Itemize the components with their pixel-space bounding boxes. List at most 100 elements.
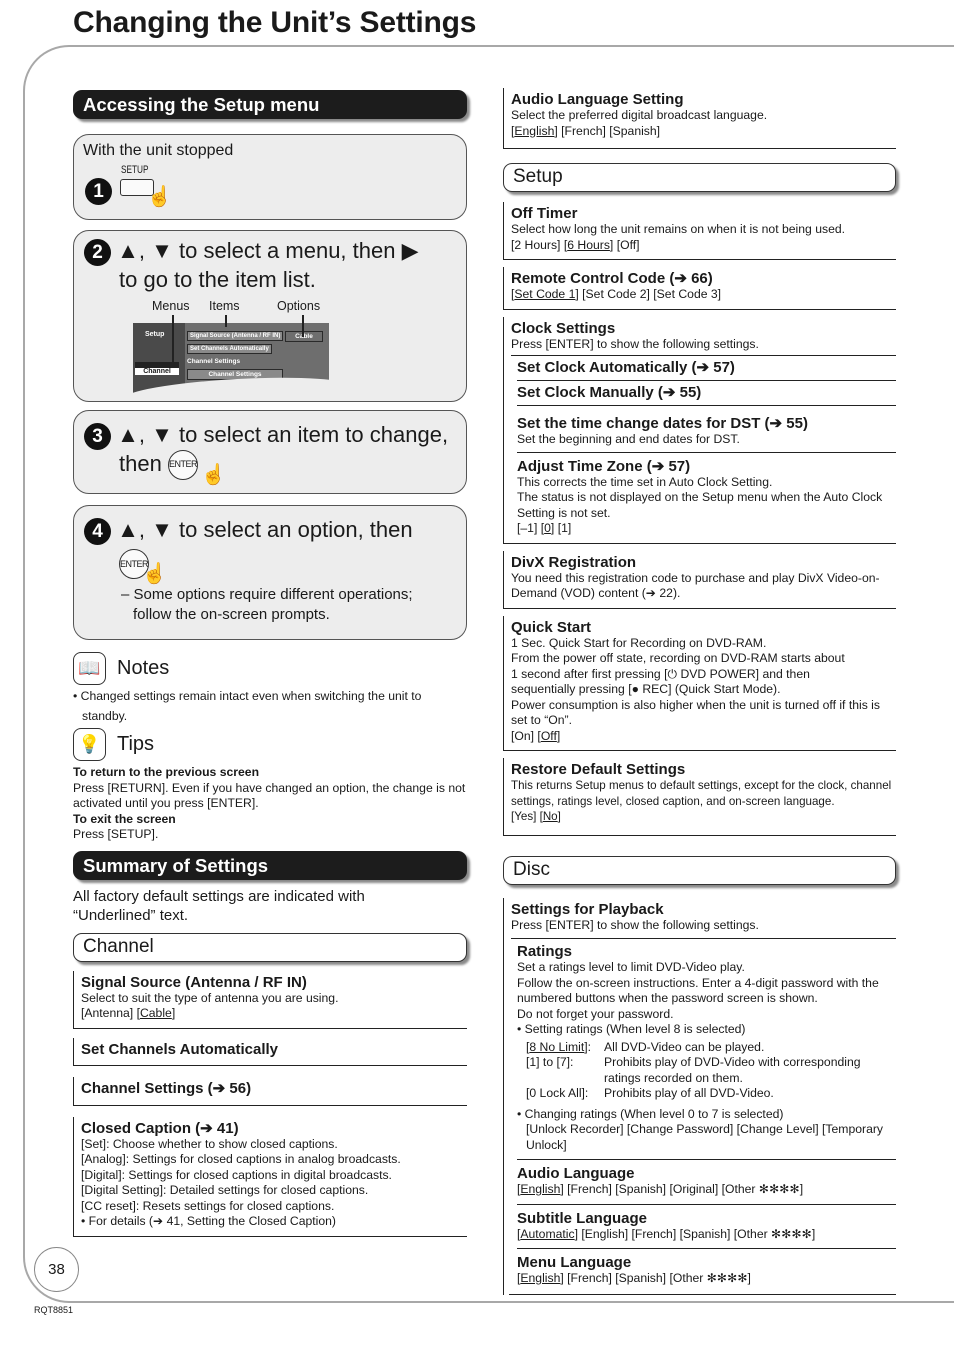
step-3-text-line2: then [119,450,162,476]
ratings-line: Do not forget your password. [517,1006,674,1021]
quick-start-default: Off [540,728,557,743]
ratings-line: Set a ratings level to limit DVD-Video p… [517,960,745,974]
remote-code-options: [Set Code 2] [Set Code 3] [582,287,722,301]
restore-default: No [542,810,558,823]
playback-desc: Press [ENTER] to show the following sett… [511,918,896,939]
step-number-4: 4 [84,517,111,545]
entry-divx-registration: DivX Registration You need this registra… [503,550,896,609]
entry-clock-settings: Clock Settings Press [ENTER] to show the… [503,316,896,544]
audio-language-title: Audio Language [517,1165,635,1182]
audio-setting-title: Audio Language Setting [511,91,684,108]
signal-source-title: Signal Source (Antenna / RF IN) [81,973,307,991]
sub-ratings: Ratings Set a ratings level to limit DVD… [517,939,896,1160]
diagram-label-options: Options [277,298,321,313]
summary-heading: Summary of Settings [73,850,467,880]
items-pointer-line [225,314,227,327]
quick-start-line: 1 second after first pressing [⏻ DVD POW… [511,666,810,681]
divx-desc: You need this registration code to purch… [511,570,880,601]
time-zone-title: Adjust Time Zone (➔ 57) [517,457,691,475]
accessing-setup-heading: Accessing the Setup menu [73,90,467,119]
left-column: Accessing the Setup menu With the unit s… [73,90,467,1237]
remote-code-default: Set Code 1 [514,287,576,301]
cc-line: [Digital Setting]: Detailed settings for… [81,1183,369,1197]
step-4-note-line1: – Some options require different operati… [121,585,413,603]
step-1-intro: With the unit stopped [83,142,234,159]
menus-pointer-line [172,314,174,363]
menu-channel-label: Channel [135,361,179,375]
sub-menu-language: Menu Language [English] [French] [Spanis… [509,1249,896,1295]
tips-heading: Tips [117,733,155,755]
diagram-label-items: Items [209,298,240,313]
audio-setting-default: English [514,123,555,138]
playback-title: Settings for Playback [511,900,664,918]
tips-return-text: Press [RETURN]. Even if you have changed… [73,780,466,811]
clock-settings-desc: Press [ENTER] to show the following sett… [511,337,896,356]
closed-caption-title: Closed Caption (➔ 41) [81,1119,239,1137]
entry-set-channels-auto: Set Channels Automatically [73,1037,467,1066]
set-clock-auto-title: Set Clock Automatically (➔ 57) [517,359,735,376]
entry-settings-for-playback: Settings for Playback Press [ENTER] to s… [503,897,896,1295]
off-timer-title: Off Timer [511,205,578,222]
item-channel-settings-header: Channel Settings [187,357,241,365]
set-channels-auto-title: Set Channels Automatically [81,1040,278,1058]
page-number: 38 [34,1247,79,1292]
document-code: RQT8851 [34,1305,74,1315]
tips-lightbulb-icon: 💡 [73,728,106,761]
step-2-text-line2: to go to the item list. [119,266,316,292]
sub-subtitle-language: Subtitle Language [Automatic] [English] … [517,1205,896,1249]
option-cable: Cable [285,330,323,342]
set-clock-manual-title: Set Clock Manually (➔ 55) [517,384,702,401]
dst-title: Set the time change dates for DST (➔ 55) [517,415,808,432]
entry-audio-language-setting: Audio Language Setting Select the prefer… [503,88,896,149]
pressing-hand-icon: ☝ [147,186,172,208]
step-4-note-line2: follow the on-screen prompts. [133,605,330,623]
ratings-value: Prohibits play of all DVD-Video. [604,1086,774,1100]
ratings-bullet: • Setting ratings (When level 8 is selec… [517,1022,746,1036]
notes-bullet-cont: standby. [82,708,128,723]
cc-line: • For details (➔ 41, Setting the Closed … [81,1214,336,1228]
entry-signal-source: Signal Source (Antenna / RF IN) Select t… [73,970,467,1029]
step-2-text-line1: ▲, ▼ to select a menu, then ▶ [117,238,419,263]
off-timer-default: 6 Hours [567,237,610,252]
options-pointer-line [302,314,304,337]
off-timer-desc: Select how long the unit remains on when… [511,222,846,236]
quick-start-line: Power consumption is also higher when th… [511,697,880,728]
notes-heading: Notes [117,657,170,679]
step-number-3: 3 [84,422,111,450]
time-zone-option: [–1] [517,521,538,535]
sub-time-zone: Adjust Time Zone (➔ 57) This corrects th… [517,453,896,537]
off-timer-option: [2 Hours] [511,237,561,252]
time-zone-desc: This corrects the time set in Auto Clock… [517,474,773,489]
entry-channel-settings: Channel Settings (➔ 56) [73,1076,467,1106]
quick-start-title: Quick Start [511,618,592,636]
off-timer-option: [Off] [616,237,640,252]
setup-heading: Setup [503,163,896,192]
diagram-label-menus: Menus [152,298,190,313]
subtitle-language-options: [English] [French] [Spanish] [Other ✻✻✻✻… [581,1226,816,1241]
entry-off-timer: Off Timer Select how long the unit remai… [503,202,896,260]
ratings-bullet: • Changing ratings (When level 0 to 7 is… [517,1106,784,1121]
sub-dst: Set the time change dates for DST (➔ 55)… [517,406,896,453]
setup-button-label: SETUP [121,164,149,176]
step-3-text-line1: ▲, ▼ to select an item to change, [117,422,449,447]
tips-heading-row: 💡 Tips [73,728,467,761]
signal-option-cable-default: Cable [139,1006,172,1020]
quick-start-line: sequentially pressing [● REC] (Quick Sta… [511,682,781,696]
pressing-hand-icon: ☝ [142,562,167,585]
entry-restore-defaults: Restore Default Settings This returns Se… [503,758,896,836]
audio-setting-options: [French] [Spanish] [561,123,661,138]
step-4-box: 4 ▲, ▼ to select an option, then ENTER ☝… [73,505,467,640]
tips-return-title: To return to the previous screen [73,765,260,779]
restore-desc: This returns Setup menus to default sett… [511,779,892,808]
entry-remote-control-code: Remote Control Code (➔ 66) [Set Code 1] … [503,267,896,310]
channel-settings-title: Channel Settings (➔ 56) [81,1079,252,1097]
ratings-key: [0 Lock All]: [526,1086,589,1100]
restore-title: Restore Default Settings [511,761,686,778]
menu-language-default: English [520,1271,561,1285]
remote-code-title: Remote Control Code (➔ 66) [511,270,713,287]
item-signal-source: Signal Source (Antenna / RF IN) [187,330,284,341]
audio-setting-desc: Select the preferred digital broadcast l… [511,108,768,122]
signal-source-desc: Select to suit the type of antenna you a… [81,990,339,1005]
sub-set-clock-manual: Set Clock Manually (➔ 55) [517,381,896,406]
cc-line: [CC reset]: Resets settings for closed c… [81,1198,335,1213]
